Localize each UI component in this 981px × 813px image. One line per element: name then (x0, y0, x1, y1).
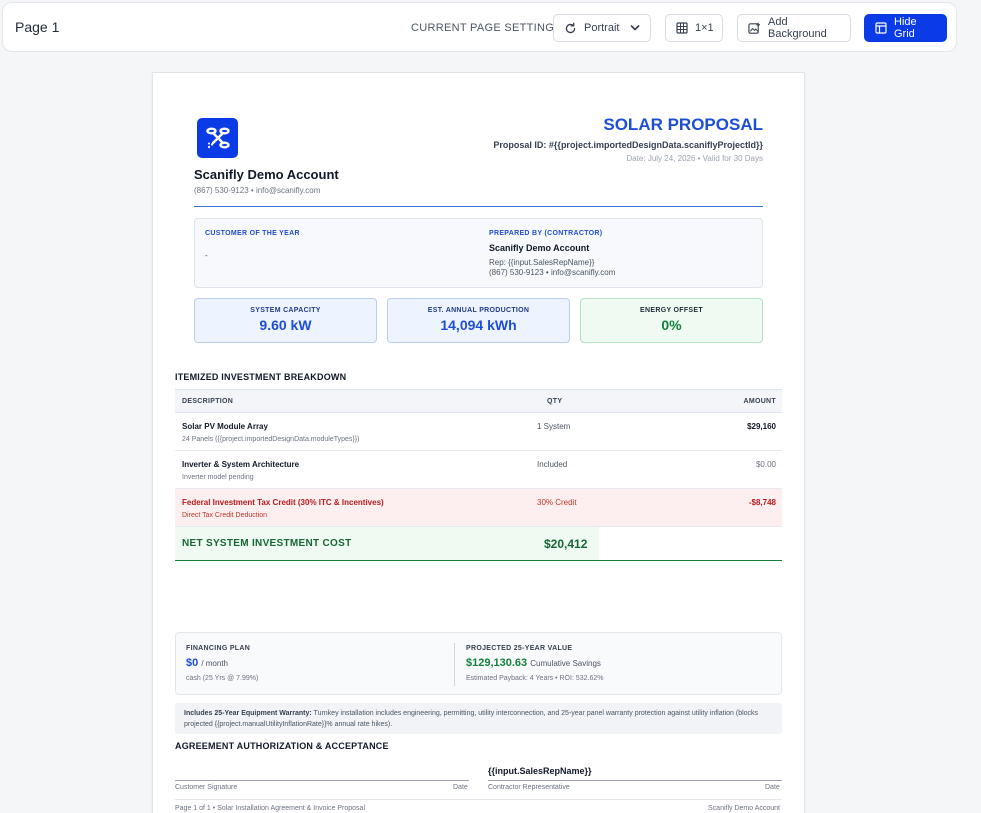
proposal-date: Date: July 24, 2026 • Valid for 30 Days (626, 154, 763, 163)
monthly-payment: $0 (186, 657, 199, 669)
party-info-box: CUSTOMER OF THE YEAR - PREPARED BY (CONT… (194, 218, 763, 288)
column-qty: QTY (547, 398, 563, 405)
footer-divider (175, 799, 782, 800)
customer-signature-line[interactable] (175, 780, 469, 781)
footer-page-info: Page 1 of 1 • Solar Installation Agreeme… (175, 805, 366, 812)
page-toolbar: Page 1 CURRENT PAGE SETTINGS: Portrait 1… (2, 2, 957, 52)
row-subtitle: 24 Panels ({{project.importedDesignData.… (182, 436, 360, 443)
stat-value: 14,094 kWh (440, 317, 517, 333)
rotate-icon (564, 22, 577, 35)
contractor-name: Scanifly Demo Account (489, 243, 590, 253)
prepared-by-label: PREPARED BY (CONTRACTOR) (489, 230, 603, 237)
layout-icon (875, 22, 887, 34)
row-qty: 30% Credit (537, 498, 577, 507)
stat-label: ENERGY OFFSET (640, 307, 703, 314)
table-row-tax-credit: Federal Investment Tax Credit (30% ITC &… (175, 489, 782, 527)
row-qty: Included (537, 460, 568, 469)
projected-value-label: PROJECTED 25-YEAR VALUE (466, 645, 573, 652)
agreement-section-title: AGREEMENT AUTHORIZATION & ACCEPTANCE (175, 741, 389, 751)
financing-divider (454, 643, 455, 686)
warranty-note: Includes 25-Year Equipment Warranty: Tur… (175, 703, 782, 734)
grid-size-label: 1×1 (695, 22, 714, 34)
stat-value: 9.60 kW (259, 317, 312, 333)
contractor-contact: (867) 530-9123 • info@scanifly.com (489, 268, 616, 277)
stat-system-capacity: SYSTEM CAPACITY 9.60 kW (194, 298, 377, 343)
row-amount: $29,160 (747, 422, 776, 431)
financing-plan-value: $0 / month (186, 657, 228, 669)
payback-roi: Estimated Payback: 4 Years • ROI: 532.62… (466, 675, 604, 682)
hide-grid-button[interactable]: Hide Grid (864, 14, 947, 42)
row-name: Federal Investment Tax Credit (30% ITC &… (182, 498, 384, 507)
page-label: Page 1 (15, 19, 60, 35)
stat-value: 0% (661, 317, 682, 333)
financing-summary-box: FINANCING PLAN $0 / month cash (25 Yrs @… (175, 632, 782, 695)
investment-section-title: ITEMIZED INVESTMENT BREAKDOWN (175, 372, 347, 382)
add-background-button[interactable]: Add Background (737, 14, 851, 42)
add-background-label: Add Background (768, 16, 827, 40)
contractor-signature-line[interactable] (488, 780, 782, 781)
orientation-select[interactable]: Portrait (553, 14, 651, 42)
table-header: DESCRIPTION QTY AMOUNT (175, 389, 782, 413)
column-amount: AMOUNT (743, 398, 776, 405)
net-cost-value: $20,412 (544, 537, 588, 551)
customer-label: CUSTOMER OF THE YEAR (205, 230, 300, 237)
drone-icon (205, 127, 230, 149)
customer-name: - (205, 251, 208, 260)
contractor-date-caption: Date (765, 784, 780, 791)
grid-size-button[interactable]: 1×1 (665, 14, 723, 42)
projected-value: $129,130.63 Cumulative Savings (466, 657, 601, 669)
column-description: DESCRIPTION (182, 398, 234, 405)
sales-rep: Rep: {{input.SalesRepName}} (489, 258, 595, 267)
row-name: Inverter & System Architecture (182, 460, 300, 469)
header-divider (194, 206, 763, 207)
footer-company: Scanifly Demo Account (708, 805, 780, 812)
stat-label: SYSTEM CAPACITY (250, 307, 321, 314)
financing-terms: cash (25 Yrs @ 7.99%) (186, 675, 259, 682)
stat-energy-offset: ENERGY OFFSET 0% (580, 298, 763, 343)
projected-unit: Cumulative Savings (530, 659, 601, 668)
orientation-value: Portrait (584, 22, 620, 34)
row-subtitle: Inverter model pending (182, 474, 254, 481)
proposal-id: Proposal ID: #{{project.importedDesignDa… (493, 140, 763, 150)
monthly-unit: / month (201, 659, 228, 668)
projected-savings: $129,130.63 (466, 657, 528, 669)
proposal-page[interactable]: Scanifly Demo Account (867) 530-9123 • i… (152, 72, 805, 813)
customer-date-caption: Date (453, 784, 468, 791)
warranty-title: Includes 25-Year Equipment Warranty: (184, 710, 312, 717)
hide-grid-label: Hide Grid (894, 16, 917, 40)
row-qty: 1 System (537, 422, 571, 431)
table-row: Inverter & System Architecture Inverter … (175, 451, 782, 489)
stat-annual-production: EST. ANNUAL PRODUCTION 14,094 kWh (387, 298, 570, 343)
net-cost-row: NET SYSTEM INVESTMENT COST $20,412 (175, 527, 782, 561)
table-row: Solar PV Module Array 24 Panels ({{proje… (175, 413, 782, 451)
net-cost-label: NET SYSTEM INVESTMENT COST (182, 538, 352, 549)
company-name: Scanifly Demo Account (194, 167, 339, 182)
stat-label: EST. ANNUAL PRODUCTION (427, 307, 530, 314)
row-name: Solar PV Module Array (182, 422, 268, 431)
page-settings-label: CURRENT PAGE SETTINGS: (411, 22, 566, 34)
chevron-down-icon (630, 23, 640, 33)
company-logo (197, 118, 238, 158)
row-amount: $0.00 (755, 460, 776, 469)
financing-plan-label: FINANCING PLAN (186, 645, 251, 652)
investment-table: DESCRIPTION QTY AMOUNT Solar PV Module A… (175, 389, 782, 561)
grid-icon (676, 22, 688, 34)
contractor-signature-caption: Contractor Representative (488, 784, 570, 791)
contractor-rep-name: {{input.SalesRepName}} (488, 766, 592, 776)
image-add-icon (748, 22, 761, 35)
company-contact: (867) 530-9123 • info@scanifly.com (194, 186, 321, 195)
row-subtitle: Direct Tax Credit Deduction (182, 512, 268, 519)
customer-signature-caption: Customer Signature (175, 784, 238, 791)
document-title: SOLAR PROPOSAL (603, 115, 763, 134)
row-amount: -$8,748 (748, 498, 776, 507)
